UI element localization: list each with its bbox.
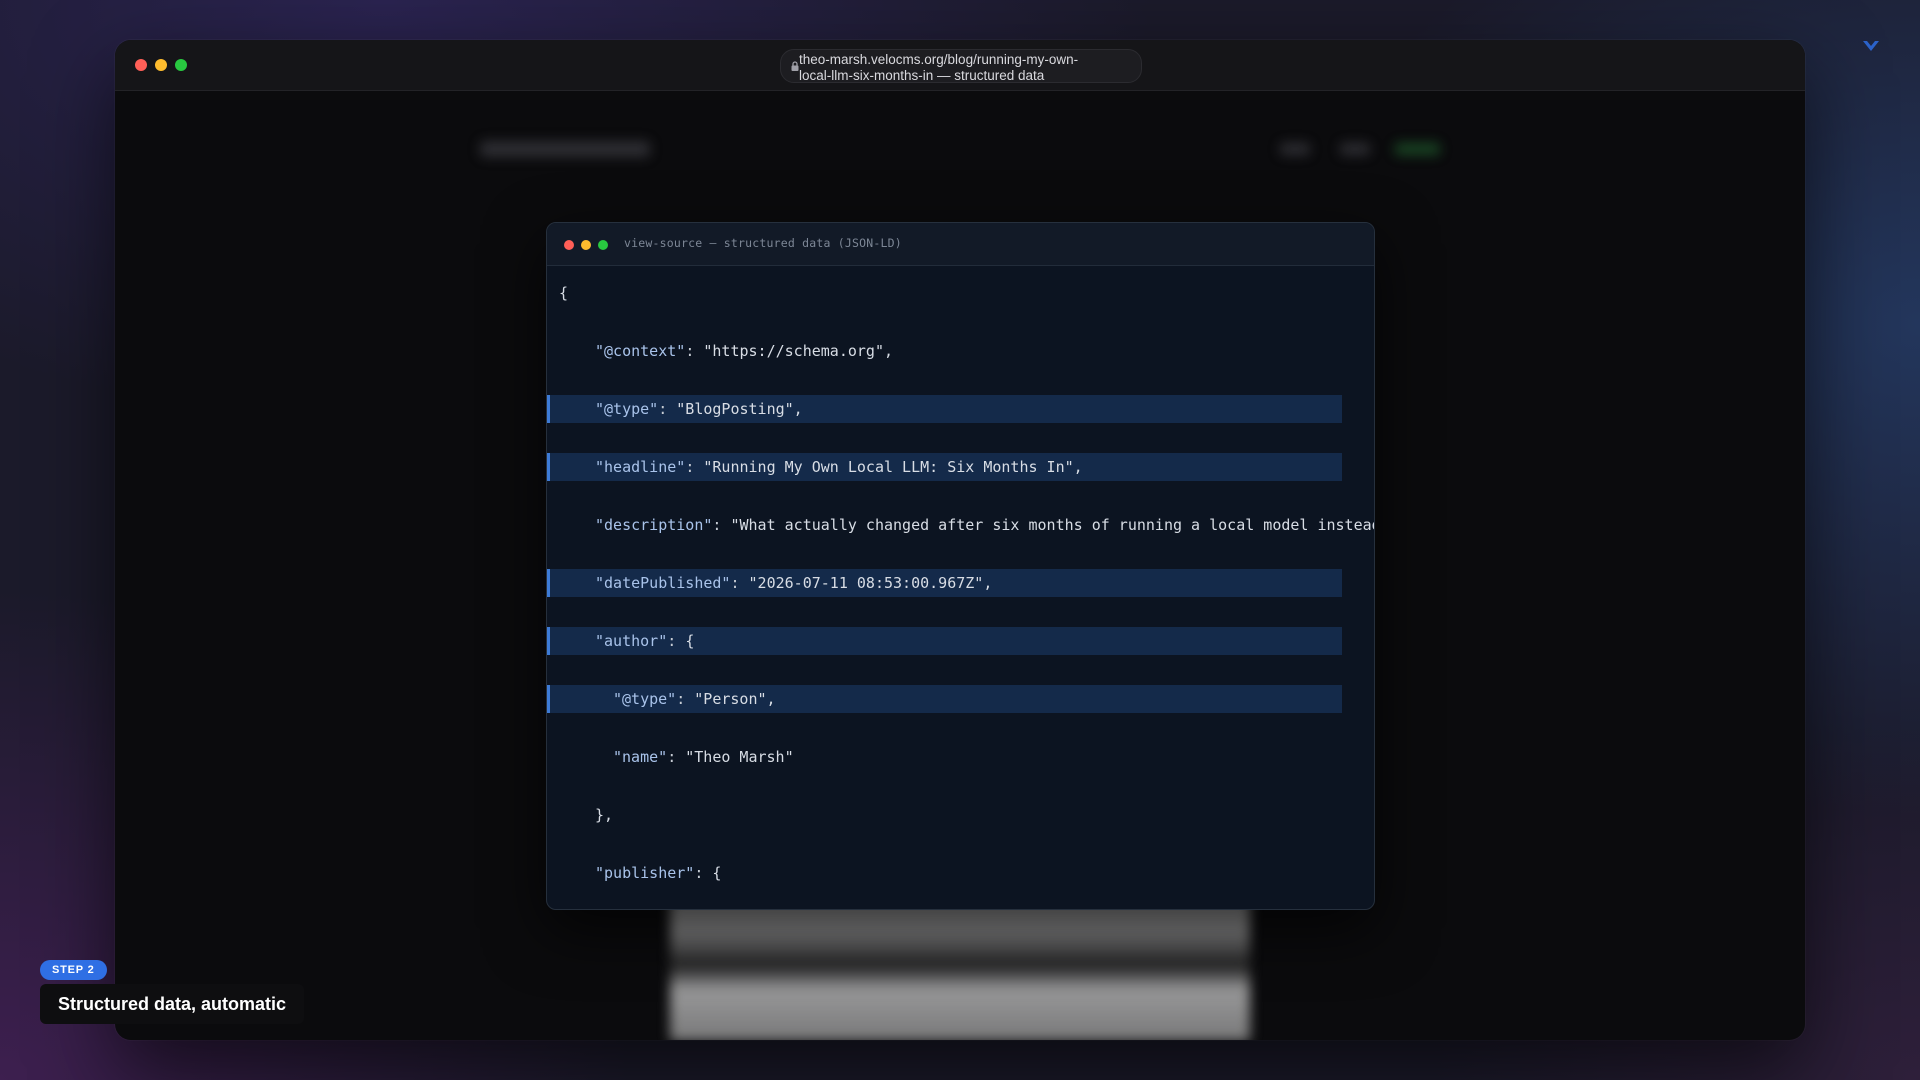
json-value: "Theo Marsh" (685, 748, 794, 766)
blurred-site-title (480, 141, 650, 157)
minimize-window-button[interactable] (155, 59, 167, 71)
address-bar[interactable]: theo-marsh.velocms.org/blog/running-my-o… (780, 49, 1142, 83)
step-badge: STEP 2 (40, 960, 107, 980)
json-value: { (685, 632, 695, 650)
json-value: "BlogPosting", (676, 400, 803, 418)
json-separator: : (658, 400, 677, 418)
blurred-nav-item (1280, 143, 1310, 155)
code-line: "@type": "BlogPosting", (547, 395, 1342, 423)
json-key: "datePublished" (595, 574, 731, 592)
json-value: "2026-07-11 08:53:00.967Z", (748, 574, 993, 592)
code-line: "@type": "Person", (547, 685, 1342, 713)
code-line: "headline": "Running My Own Local LLM: S… (547, 453, 1342, 481)
code-line-text: "description": "What actually changed af… (595, 511, 1374, 539)
json-key: "author" (595, 632, 668, 650)
json-value: }, (595, 806, 614, 824)
code-line-text: "name": "Theo Marsh" (613, 743, 794, 771)
json-key: "publisher" (595, 864, 695, 882)
json-separator: : (730, 574, 749, 592)
url-text: theo-marsh.velocms.org/blog/running-my-o… (799, 52, 1131, 84)
view-source-window: view-source — structured data (JSON-LD) … (546, 222, 1375, 910)
json-value: "Person", (694, 690, 776, 708)
json-value: "https://schema.org", (703, 342, 894, 360)
json-separator: : (667, 748, 686, 766)
code-line-text: }, (595, 801, 613, 829)
view-source-title: view-source — structured data (JSON-LD) (624, 236, 902, 250)
json-separator: : (676, 690, 695, 708)
json-key: "name" (613, 748, 668, 766)
blurred-nav-item (1340, 143, 1370, 155)
code-line: "author": { (547, 627, 1342, 655)
json-key: "headline" (595, 458, 686, 476)
json-separator: : (685, 342, 704, 360)
json-value: "Running My Own Local LLM: Six Months In… (703, 458, 1083, 476)
code-line: "publisher": { (547, 859, 1342, 887)
code-line: { (547, 279, 1342, 307)
code-line: "description": "What actually changed af… (547, 511, 1374, 539)
json-key: "description" (595, 516, 713, 534)
code-line: "@context": "https://schema.org", (547, 337, 1342, 365)
code-line-text: "author": { (595, 627, 694, 655)
code-line-text: "datePublished": "2026-07-11 08:53:00.96… (595, 569, 992, 597)
json-value: { (712, 864, 722, 882)
blurred-nav-item (1395, 143, 1440, 155)
json-separator: : (667, 632, 686, 650)
code-maximize-button[interactable] (598, 240, 608, 250)
json-key: "@context" (595, 342, 686, 360)
url-line-2: local-llm-six-months-in — structured dat… (799, 68, 1045, 83)
code-line: }, (547, 801, 1342, 829)
json-key: "@type" (595, 400, 659, 418)
code-line-text: "headline": "Running My Own Local LLM: S… (595, 453, 1083, 481)
code-line-text: "@type": "Person", (613, 685, 776, 713)
json-value: { (559, 284, 569, 302)
code-line-text: "@context": "https://schema.org", (595, 337, 893, 365)
code-close-button[interactable] (564, 240, 574, 250)
code-line: "name": "Theo Marsh" (547, 743, 1342, 771)
json-separator: : (685, 458, 704, 476)
chevron-logo-icon (1863, 41, 1879, 51)
view-source-titlebar: view-source — structured data (JSON-LD) (547, 223, 1374, 266)
code-minimize-button[interactable] (581, 240, 591, 250)
maximize-window-button[interactable] (175, 59, 187, 71)
json-value: "What actually changed after six months … (730, 516, 1374, 534)
code-line: "datePublished": "2026-07-11 08:53:00.96… (547, 569, 1342, 597)
code-line-text: "publisher": { (595, 859, 721, 887)
json-separator: : (694, 864, 713, 882)
code-line-text: "@type": "BlogPosting", (595, 395, 803, 423)
url-line-1: theo-marsh.velocms.org/blog/running-my-o… (799, 52, 1079, 67)
json-ld-code: { "@context": "https://schema.org", "@type… (547, 266, 1374, 909)
json-key: "@type" (613, 690, 677, 708)
step-caption: Structured data, automatic (40, 984, 305, 1024)
close-window-button[interactable] (135, 59, 147, 71)
json-separator: : (712, 516, 731, 534)
browser-titlebar: theo-marsh.velocms.org/blog/running-my-o… (115, 40, 1805, 91)
code-line-text: { (559, 279, 568, 307)
